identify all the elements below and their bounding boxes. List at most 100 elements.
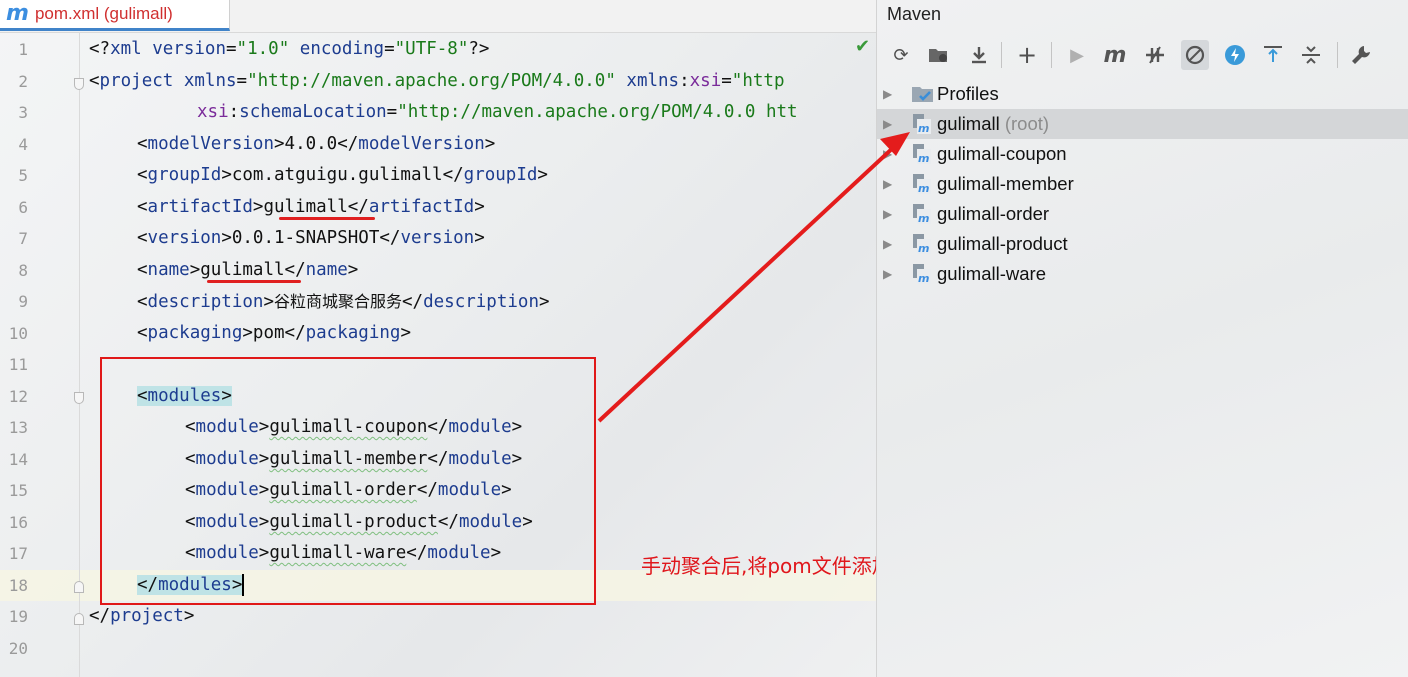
code-line: <version>0.0.1-SNAPSHOT</version> [137,228,485,248]
download-icon[interactable] [965,40,993,70]
toolbar-separator [1337,42,1338,68]
bracket: < [89,71,100,91]
tag-name: name [147,260,190,280]
code-line: <packaging>pom</packaging> [137,323,411,343]
attr-value: "http://maven.apache.org/POM/4.0.0" [247,71,616,91]
tree-item-label: gulimall (root) [937,113,1049,135]
code-line: xsi:schemaLocation="http://maven.apache.… [197,97,798,128]
maven-tool-window: Maven ⟳ + ▶ m ▶ Profiles ▶ m gulimall (r… [876,0,1408,677]
xml-decl-open: <? [89,39,111,59]
maven-module-icon: m [911,173,933,195]
tree-item-label: gulimall-ware [937,263,1046,284]
red-underline-artifact [279,217,375,220]
tree-item-profiles[interactable]: ▶ Profiles [877,79,1408,109]
tag-name: modelVersion [358,134,485,154]
collapse-all-icon[interactable] [1297,40,1325,70]
attr-value: "http://maven.apache.org/POM/4.0.0 htt [397,102,798,122]
module-name: gulimall [937,113,1000,134]
equals: = [226,39,237,59]
tag-name: name [305,260,348,280]
attr-name: xmlns [183,71,237,91]
attr-name: schemaLocation [239,102,387,122]
maven-module-icon: m [911,113,933,135]
name-value: gulimall [200,260,285,280]
tab-pom-xml[interactable]: m pom.xml (gulimall) [0,0,230,31]
code-editor[interactable]: m pom.xml (gulimall) 1 2 3 4 5 6 7 8 9 1… [0,0,876,677]
tree-item-gulimall-root[interactable]: ▶ m gulimall (root) [877,109,1408,139]
plus-icon[interactable]: + [1013,40,1041,70]
tag-value: pom [252,323,285,343]
tree-item-label: gulimall-order [937,203,1050,224]
colon: : [228,102,240,122]
skip-tests-icon[interactable] [1181,40,1209,70]
code-line: <description>谷粒商城聚合服务</description> [137,292,550,312]
expand-arrow-icon[interactable]: ▶ [883,177,892,191]
expand-arrow-icon[interactable]: ▶ [883,237,892,251]
tree-item-gulimall-coupon[interactable]: ▶ m gulimall-coupon [877,139,1408,169]
maven-module-icon: m [911,263,933,285]
svg-text:m: m [918,242,929,255]
run-icon[interactable]: ▶ [1063,40,1091,70]
svg-text:m: m [918,122,929,135]
expand-arrow-icon[interactable]: ▶ [883,207,892,221]
tag-name: packaging [147,323,243,343]
add-folder-icon[interactable] [925,40,953,70]
toggle-offline-icon[interactable] [1141,40,1169,70]
equals: = [384,39,395,59]
svg-text:m: m [918,272,929,285]
tag-value: 4.0.0 [284,134,338,154]
tag-value: 0.0.1-SNAPSHOT [231,228,380,248]
expand-arrow-icon[interactable]: ▶ [883,267,892,281]
annotation-text: 手动聚合后,将pom文件添加到Maven进行管理 [641,554,876,578]
maven-goal-icon[interactable]: m [1101,40,1129,70]
root-tag: (root) [999,113,1050,134]
tag-value: 谷粒商城聚合服务 [274,292,403,311]
settings-wrench-icon[interactable] [1347,40,1375,70]
tag-name: version [147,228,222,248]
modules-highlight-box [100,357,596,605]
code-line: <?xml version="1.0" encoding="UTF-8"?> [89,34,489,65]
toolbar-separator [1051,42,1052,68]
tag-name: artifactId [147,197,253,217]
tag-value: com.atguigu.gulimall [231,165,443,185]
maven-module-icon: m [911,143,933,165]
maven-module-icon: m [911,203,933,225]
tree-item-label: gulimall-product [937,233,1068,254]
attr-name: version [152,39,226,59]
tag-name: modelVersion [147,134,274,154]
attr-name: encoding [299,39,385,59]
tag-name: project [99,71,174,91]
expand-arrow-icon[interactable]: ▶ [883,87,892,101]
profiles-folder-icon [911,83,933,105]
reload-icon[interactable]: ⟳ [887,40,915,70]
tab-title: pom.xml (gulimall) [34,4,173,23]
tree-item-label: gulimall-member [937,173,1074,194]
maven-toolbar: ⟳ + ▶ m [877,36,1408,76]
check-icon: ✔ [855,36,871,57]
show-dependencies-icon[interactable] [1221,40,1249,70]
expand-arrow-icon[interactable]: ▶ [883,147,892,161]
tree-item-label: Profiles [937,83,999,104]
svg-text:m: m [918,152,929,165]
attr-value: "http [731,71,785,91]
tree-item-gulimall-order[interactable]: ▶ m gulimall-order [877,199,1408,229]
red-underline-name [207,280,301,283]
tree-item-gulimall-member[interactable]: ▶ m gulimall-member [877,169,1408,199]
tree-item-gulimall-product[interactable]: ▶ m gulimall-product [877,229,1408,259]
editor-tab-bar: m pom.xml (gulimall) [0,0,876,33]
attr-ns: xsi [197,102,229,122]
expand-arrow-icon[interactable]: ▶ [883,117,892,131]
equals: = [236,71,248,91]
equals: = [386,102,398,122]
tree-item-label: gulimall-coupon [937,143,1067,164]
expand-all-icon[interactable] [1259,40,1287,70]
tag-name: packaging [305,323,401,343]
xml-keyword: xml [110,39,153,59]
tag-name: description [423,292,539,312]
code-line: <modelVersion>4.0.0</modelVersion> [137,134,496,154]
tree-item-gulimall-ware[interactable]: ▶ m gulimall-ware [877,259,1408,289]
code-line: </project> [89,606,195,626]
tag-name: groupId [463,165,538,185]
